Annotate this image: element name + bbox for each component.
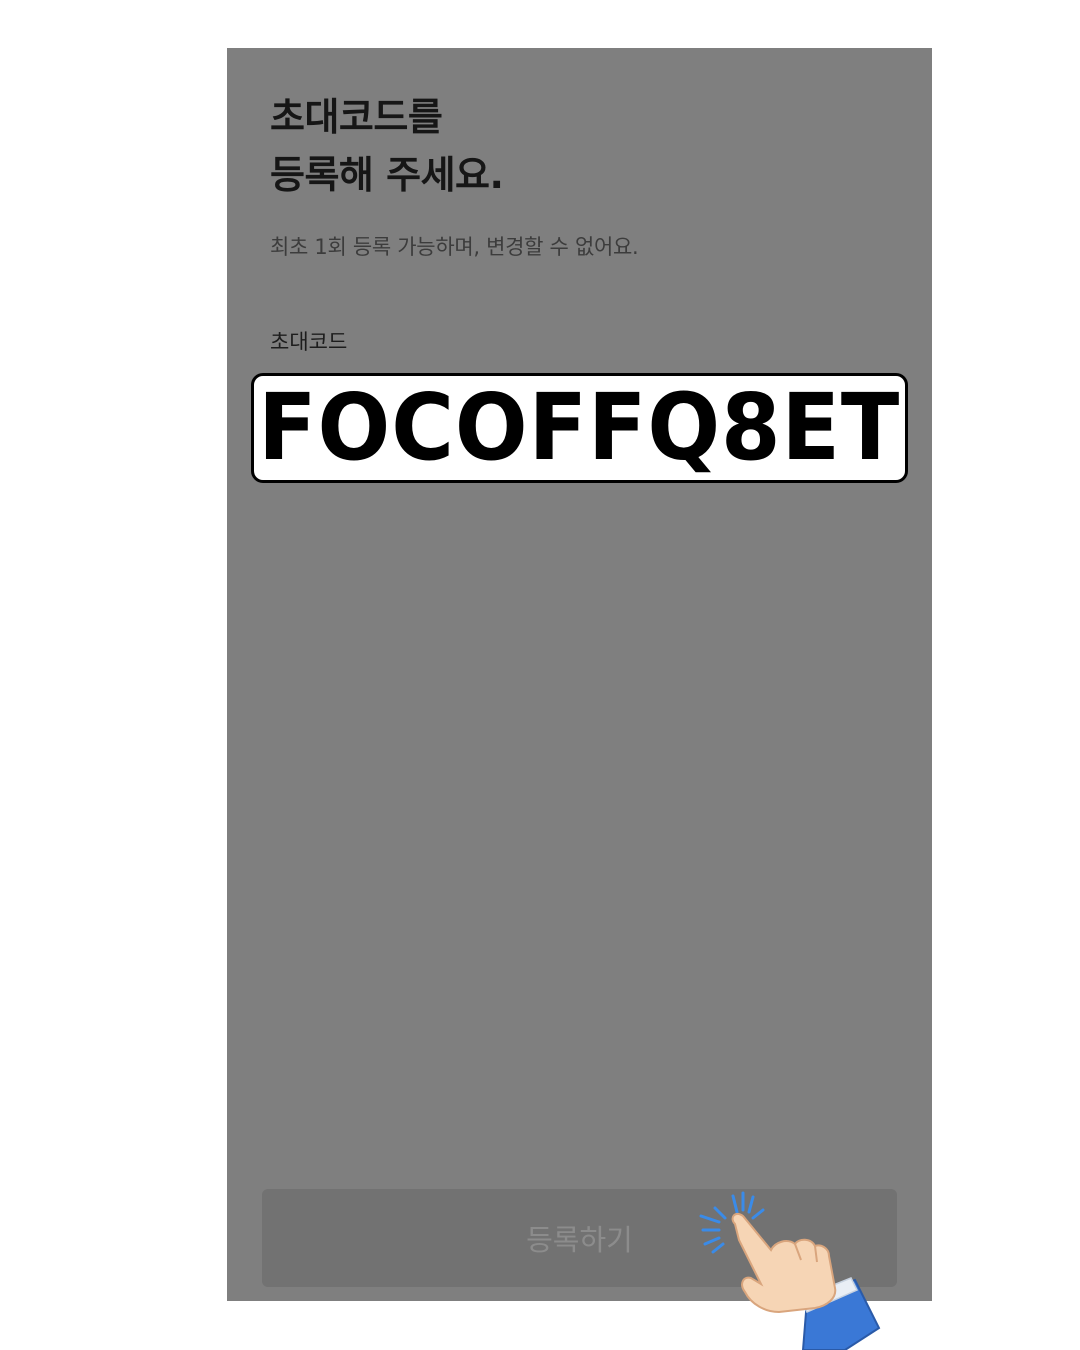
page-title-line-1: 초대코드를 — [270, 95, 443, 139]
invite-code-input[interactable]: FOCOFFQ8ET — [251, 373, 908, 483]
invite-code-value: FOCOFFQ8ET — [258, 374, 901, 481]
invite-code-label: 초대코드 — [270, 330, 348, 354]
app-screen: 초대코드를 등록해 주세요. 최초 1회 등록 가능하며, 변경할 수 없어요.… — [227, 48, 932, 1301]
page-subtitle: 최초 1회 등록 가능하며, 변경할 수 없어요. — [270, 235, 639, 259]
pointing-hand-tap-icon — [699, 1191, 881, 1350]
page-title: 초대코드를 등록해 주세요. — [270, 88, 504, 204]
page-title-line-2: 등록해 주세요. — [270, 153, 504, 197]
